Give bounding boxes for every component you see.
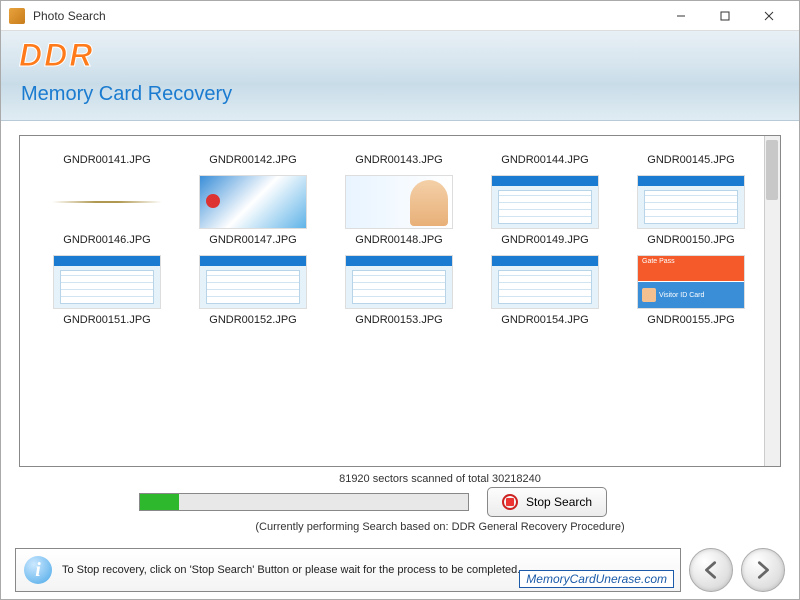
thumbnail-label: GNDR00148.JPG	[355, 234, 442, 246]
scrollbar-thumb[interactable]	[766, 140, 778, 200]
content-area: GNDR00141.JPG GNDR00142.JPG GNDR00143.JPG G…	[1, 121, 799, 543]
window-title: Photo Search	[33, 9, 659, 23]
thumbnail-label: GNDR00150.JPG	[647, 234, 734, 246]
thumbnail-item[interactable]: GNDR00154.JPG	[472, 254, 618, 326]
header-banner: DDR Memory Card Recovery	[1, 31, 799, 121]
thumbnail-label: GNDR00144.JPG	[501, 154, 588, 166]
thumbnail-preview	[198, 254, 308, 310]
thumbnail-label: GNDR00147.JPG	[209, 234, 296, 246]
app-icon	[9, 8, 25, 24]
thumbnail-item[interactable]: GNDR00150.JPG	[618, 174, 764, 246]
thumbnail-label: GNDR00155.JPG	[647, 314, 734, 326]
thumbnail-preview	[52, 254, 162, 310]
header-subtitle: Memory Card Recovery	[21, 83, 232, 106]
thumbnail-panel: GNDR00141.JPG GNDR00142.JPG GNDR00143.JPG G…	[19, 135, 781, 467]
thumbnail-label: GNDR00145.JPG	[647, 154, 734, 166]
app-window: Photo Search DDR Memory Card Recovery GN…	[0, 0, 800, 600]
stop-search-button[interactable]: Stop Search	[487, 487, 607, 517]
thumbnail-preview	[636, 146, 746, 150]
thumbnail-item[interactable]: GNDR00153.JPG	[326, 254, 472, 326]
thumbnail-item[interactable]: GNDR00142.JPG	[180, 146, 326, 166]
thumbnail-preview: Gate PassVisitor ID Card	[636, 254, 746, 310]
thumbnail-label: GNDR00153.JPG	[355, 314, 442, 326]
thumbnail-grid: GNDR00141.JPG GNDR00142.JPG GNDR00143.JPG G…	[20, 136, 780, 338]
thumbnail-label: GNDR00143.JPG	[355, 154, 442, 166]
thumbnail-label: GNDR00152.JPG	[209, 314, 296, 326]
thumbnail-label: GNDR00141.JPG	[63, 154, 150, 166]
thumbnail-item[interactable]: GNDR00151.JPG	[34, 254, 180, 326]
minimize-button[interactable]	[659, 2, 703, 30]
thumbnail-label: GNDR00142.JPG	[209, 154, 296, 166]
thumbnail-preview	[490, 254, 600, 310]
footer: i To Stop recovery, click on 'Stop Searc…	[1, 543, 799, 599]
info-text: To Stop recovery, click on 'Stop Search'…	[62, 564, 520, 576]
stop-search-label: Stop Search	[526, 495, 592, 509]
scrollbar[interactable]	[764, 136, 780, 466]
thumbnail-item[interactable]: GNDR00143.JPG	[326, 146, 472, 166]
thumbnail-preview	[52, 146, 162, 150]
thumbnail-item[interactable]: GNDR00147.JPG	[180, 174, 326, 246]
thumbnail-item[interactable]: GNDR00148.JPG	[326, 174, 472, 246]
thumbnail-item[interactable]: GNDR00152.JPG	[180, 254, 326, 326]
thumbnail-preview	[490, 146, 600, 150]
maximize-button[interactable]	[703, 2, 747, 30]
back-button[interactable]	[689, 548, 733, 592]
progress-note: (Currently performing Search based on: D…	[255, 521, 624, 533]
thumbnail-item[interactable]: GNDR00149.JPG	[472, 174, 618, 246]
thumbnail-label: GNDR00149.JPG	[501, 234, 588, 246]
thumbnail-label: GNDR00146.JPG	[63, 234, 150, 246]
progress-fill	[140, 494, 179, 510]
thumbnail-preview	[344, 254, 454, 310]
progress-label: 81920 sectors scanned of total 30218240	[339, 473, 541, 485]
thumbnail-preview	[52, 174, 162, 230]
thumbnail-item[interactable]: GNDR00144.JPG	[472, 146, 618, 166]
brand-link[interactable]: MemoryCardUnerase.com	[519, 570, 674, 588]
thumbnail-item[interactable]: Gate PassVisitor ID Card GNDR00155.JPG	[618, 254, 764, 326]
stop-icon	[502, 494, 518, 510]
thumbnail-preview	[344, 146, 454, 150]
titlebar: Photo Search	[1, 1, 799, 31]
close-button[interactable]	[747, 2, 791, 30]
thumbnail-preview	[636, 174, 746, 230]
thumbnail-item[interactable]: GNDR00141.JPG	[34, 146, 180, 166]
thumbnail-preview	[490, 174, 600, 230]
info-bar: i To Stop recovery, click on 'Stop Searc…	[15, 548, 681, 592]
forward-button[interactable]	[741, 548, 785, 592]
progress-row: Stop Search	[139, 487, 741, 517]
brand-logo: DDR	[19, 37, 94, 74]
thumbnail-preview	[344, 174, 454, 230]
thumbnail-label: GNDR00154.JPG	[501, 314, 588, 326]
progress-bar	[139, 493, 469, 511]
thumbnail-item[interactable]: GNDR00145.JPG	[618, 146, 764, 166]
info-icon: i	[24, 556, 52, 584]
thumbnail-label: GNDR00151.JPG	[63, 314, 150, 326]
thumbnail-item[interactable]: GNDR00146.JPG	[34, 174, 180, 246]
thumbnail-preview	[198, 146, 308, 150]
thumbnail-preview	[198, 174, 308, 230]
progress-section: 81920 sectors scanned of total 30218240 …	[19, 467, 781, 535]
